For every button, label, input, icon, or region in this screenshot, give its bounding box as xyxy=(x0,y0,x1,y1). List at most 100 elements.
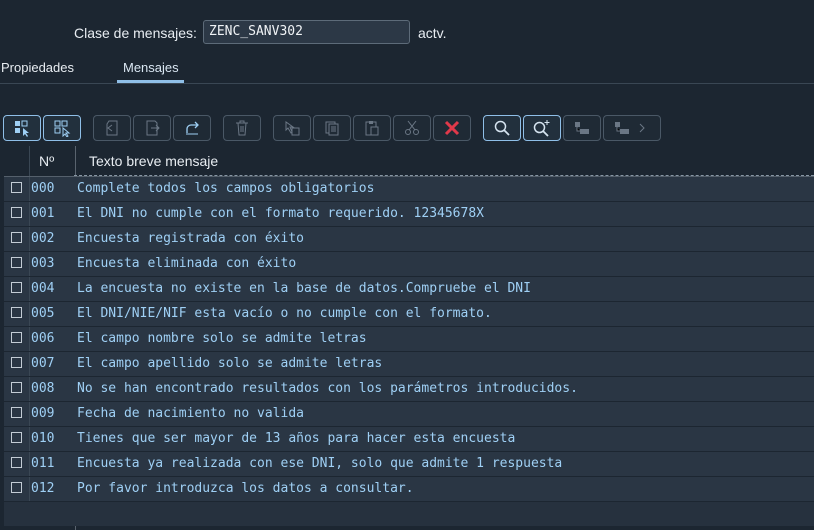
message-number[interactable]: 005 xyxy=(31,306,54,321)
row-checkbox[interactable] xyxy=(11,357,22,368)
table-body: 000 Complete todos los campos obligatorio… xyxy=(4,175,814,502)
row-selector-divider xyxy=(29,352,30,376)
message-number[interactable]: 003 xyxy=(31,256,54,271)
message-text[interactable]: Tienes que ser mayor de 13 años para hac… xyxy=(77,431,515,446)
row-checkbox[interactable] xyxy=(11,232,22,243)
column-header-text[interactable]: Texto breve mensaje xyxy=(89,153,218,169)
row-checkbox[interactable] xyxy=(11,282,22,293)
row-selector-divider xyxy=(29,302,30,326)
message-text[interactable]: Encuesta registrada con éxito xyxy=(77,231,304,246)
table-row[interactable]: 008 No se han encontrado resultados con l… xyxy=(4,377,814,402)
message-text[interactable]: El DNI no cumple con el formato requerid… xyxy=(77,206,484,221)
message-text[interactable]: Encuesta eliminada con éxito xyxy=(77,256,296,271)
message-text[interactable]: Por favor introduzca los datos a consult… xyxy=(77,481,414,496)
search-next-icon xyxy=(533,120,550,137)
table-row[interactable]: 010 Tienes que ser mayor de 13 años para … xyxy=(4,427,814,452)
copy-rows-button[interactable] xyxy=(93,115,131,141)
select-all-icon xyxy=(15,120,29,137)
details-icon xyxy=(285,121,300,136)
paste-button[interactable] xyxy=(353,115,391,141)
row-checkbox[interactable] xyxy=(11,207,22,218)
layout-icon xyxy=(575,122,589,134)
table-row[interactable]: 004 La encuesta no existe en la base de d… xyxy=(4,277,814,302)
row-selector-divider xyxy=(29,402,30,426)
empty-row[interactable] xyxy=(4,502,814,526)
row-checkbox[interactable] xyxy=(11,457,22,468)
message-number[interactable]: 000 xyxy=(31,181,54,196)
details-button[interactable] xyxy=(273,115,311,141)
message-number[interactable]: 008 xyxy=(31,381,54,396)
row-selector-divider xyxy=(29,177,30,201)
message-class-field[interactable]: ZENC_SANV302 xyxy=(203,20,410,44)
redo-button[interactable] xyxy=(173,115,211,141)
message-class-label: Clase de mensajes: xyxy=(74,25,197,41)
message-number[interactable]: 004 xyxy=(31,281,54,296)
delete-button[interactable] xyxy=(223,115,261,141)
row-selector-divider xyxy=(29,427,30,451)
status-label: actv. xyxy=(418,25,447,41)
layout-button[interactable] xyxy=(563,115,601,141)
paste-icon xyxy=(365,121,379,136)
row-checkbox[interactable] xyxy=(11,407,22,418)
export-button[interactable] xyxy=(133,115,171,141)
search-next-button[interactable] xyxy=(523,115,561,141)
row-selector-divider xyxy=(29,477,30,501)
search-icon xyxy=(494,120,510,136)
copy-button[interactable] xyxy=(313,115,351,141)
copy-rows-icon xyxy=(106,120,118,136)
layout-more-icon xyxy=(615,122,645,134)
message-text[interactable]: El campo apellido solo se admite letras xyxy=(77,356,382,371)
message-number[interactable]: 002 xyxy=(31,231,54,246)
row-selector-divider xyxy=(29,327,30,351)
row-checkbox[interactable] xyxy=(11,307,22,318)
row-checkbox[interactable] xyxy=(11,182,22,193)
row-selector-divider xyxy=(29,452,30,476)
message-number[interactable]: 009 xyxy=(31,406,54,421)
row-checkbox[interactable] xyxy=(11,257,22,268)
message-number[interactable]: 010 xyxy=(31,431,54,446)
row-checkbox[interactable] xyxy=(11,432,22,443)
tab-mensajes[interactable]: Mensajes xyxy=(123,60,179,75)
close-button[interactable] xyxy=(433,115,471,141)
deselect-all-icon xyxy=(54,120,71,137)
message-number[interactable]: 012 xyxy=(31,481,54,496)
table-row[interactable]: 003 Encuesta eliminada con éxito xyxy=(4,252,814,277)
message-text[interactable]: El DNI/NIE/NIF esta vacío o no cumple co… xyxy=(77,306,492,321)
table-row[interactable]: 002 Encuesta registrada con éxito xyxy=(4,227,814,252)
table-header: Nº Texto breve mensaje xyxy=(4,146,814,177)
message-text[interactable]: No se han encontrado resultados con los … xyxy=(77,381,578,396)
search-button[interactable] xyxy=(483,115,521,141)
message-number[interactable]: 007 xyxy=(31,356,54,371)
message-text[interactable]: Encuesta ya realizada con ese DNI, solo … xyxy=(77,456,562,471)
selection-column-header[interactable] xyxy=(4,146,30,176)
tab-propiedades[interactable]: Propiedades xyxy=(1,60,74,75)
message-text[interactable]: La encuesta no existe en la base de dato… xyxy=(77,281,531,296)
deselect-all-button[interactable] xyxy=(43,115,81,141)
table-row[interactable]: 005 El DNI/NIE/NIF esta vacío o no cumple… xyxy=(4,302,814,327)
redo-icon xyxy=(186,121,199,135)
row-selector-divider xyxy=(29,227,30,251)
row-selector-divider xyxy=(29,252,30,276)
table-row[interactable]: 006 El campo nombre solo se admite letras xyxy=(4,327,814,352)
layout-more-button[interactable] xyxy=(603,115,661,141)
column-header-number[interactable]: Nº xyxy=(39,153,54,169)
table-row[interactable]: 011 Encuesta ya realizada con ese DNI, so… xyxy=(4,452,814,477)
table-row[interactable]: 009 Fecha de nacimiento no valida xyxy=(4,402,814,427)
row-checkbox[interactable] xyxy=(11,382,22,393)
message-text[interactable]: Complete todos los campos obligatorios xyxy=(77,181,374,196)
message-number[interactable]: 011 xyxy=(31,456,54,471)
message-text[interactable]: El campo nombre solo se admite letras xyxy=(77,331,367,346)
table-row[interactable]: 000 Complete todos los campos obligatorio… xyxy=(4,175,814,203)
table-row[interactable]: 007 El campo apellido solo se admite letr… xyxy=(4,352,814,377)
table-row[interactable]: 001 El DNI no cumple con el formato reque… xyxy=(4,202,814,227)
cut-button[interactable] xyxy=(393,115,431,141)
tab-bar: Propiedades Mensajes xyxy=(0,56,814,84)
select-all-button[interactable] xyxy=(3,115,41,141)
row-checkbox[interactable] xyxy=(11,332,22,343)
row-checkbox[interactable] xyxy=(11,482,22,493)
message-number[interactable]: 001 xyxy=(31,206,54,221)
table-row[interactable]: 012 Por favor introduzca los datos a cons… xyxy=(4,477,814,502)
messages-table: Nº Texto breve mensaje 000 Complete todos… xyxy=(4,146,814,530)
message-number[interactable]: 006 xyxy=(31,331,54,346)
message-text[interactable]: Fecha de nacimiento no valida xyxy=(77,406,304,421)
